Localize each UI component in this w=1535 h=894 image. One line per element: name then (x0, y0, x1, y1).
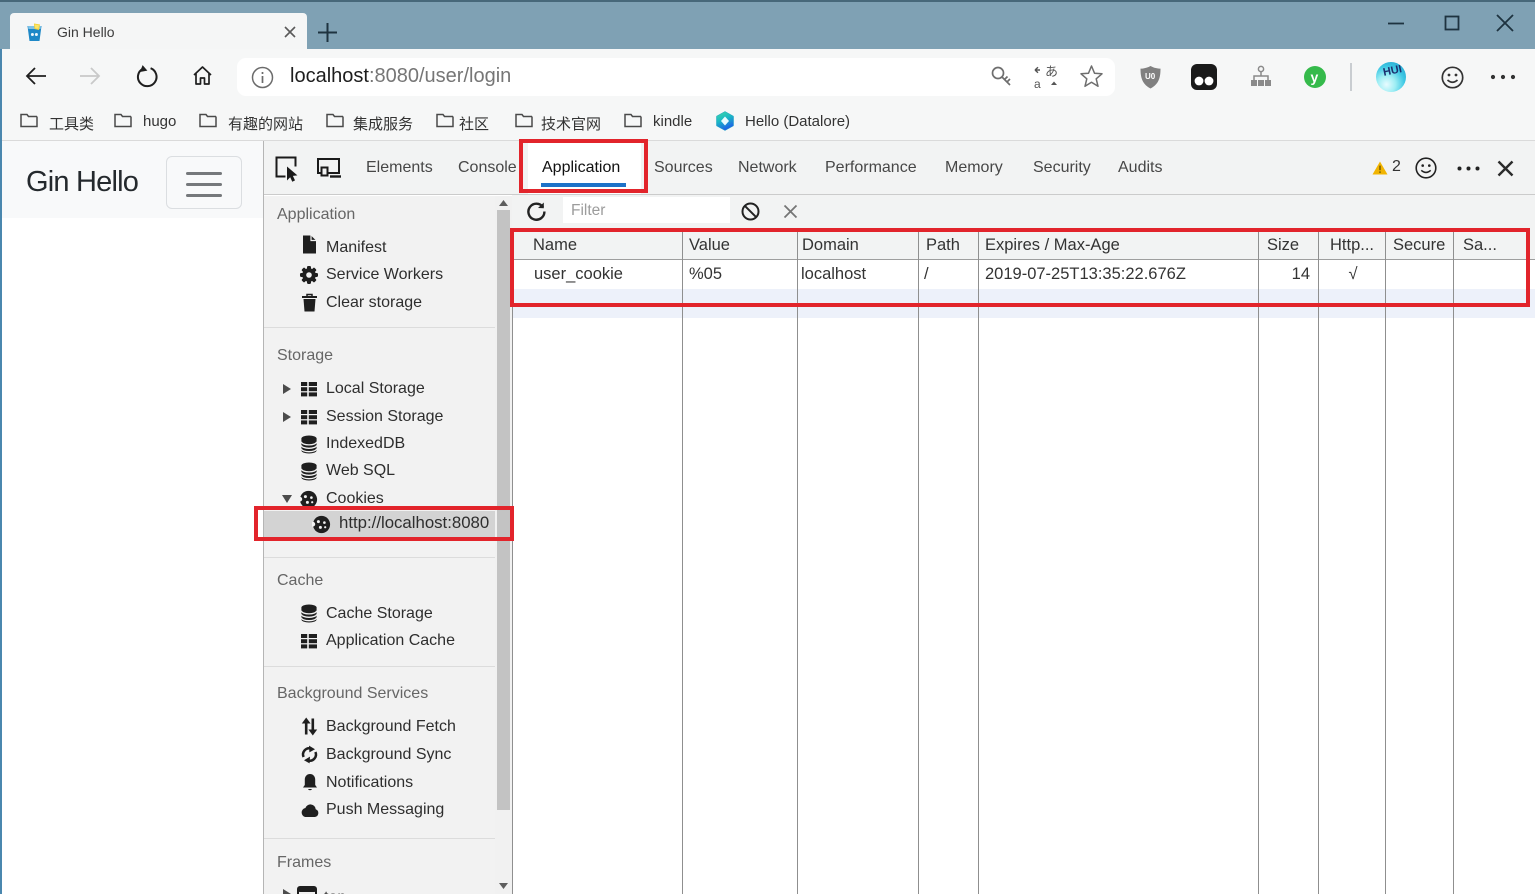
svg-text:あ: あ (1045, 64, 1058, 79)
svg-text:y: y (1311, 69, 1319, 85)
svg-text:U0: U0 (1145, 72, 1156, 81)
svg-text:a: a (1034, 77, 1041, 90)
